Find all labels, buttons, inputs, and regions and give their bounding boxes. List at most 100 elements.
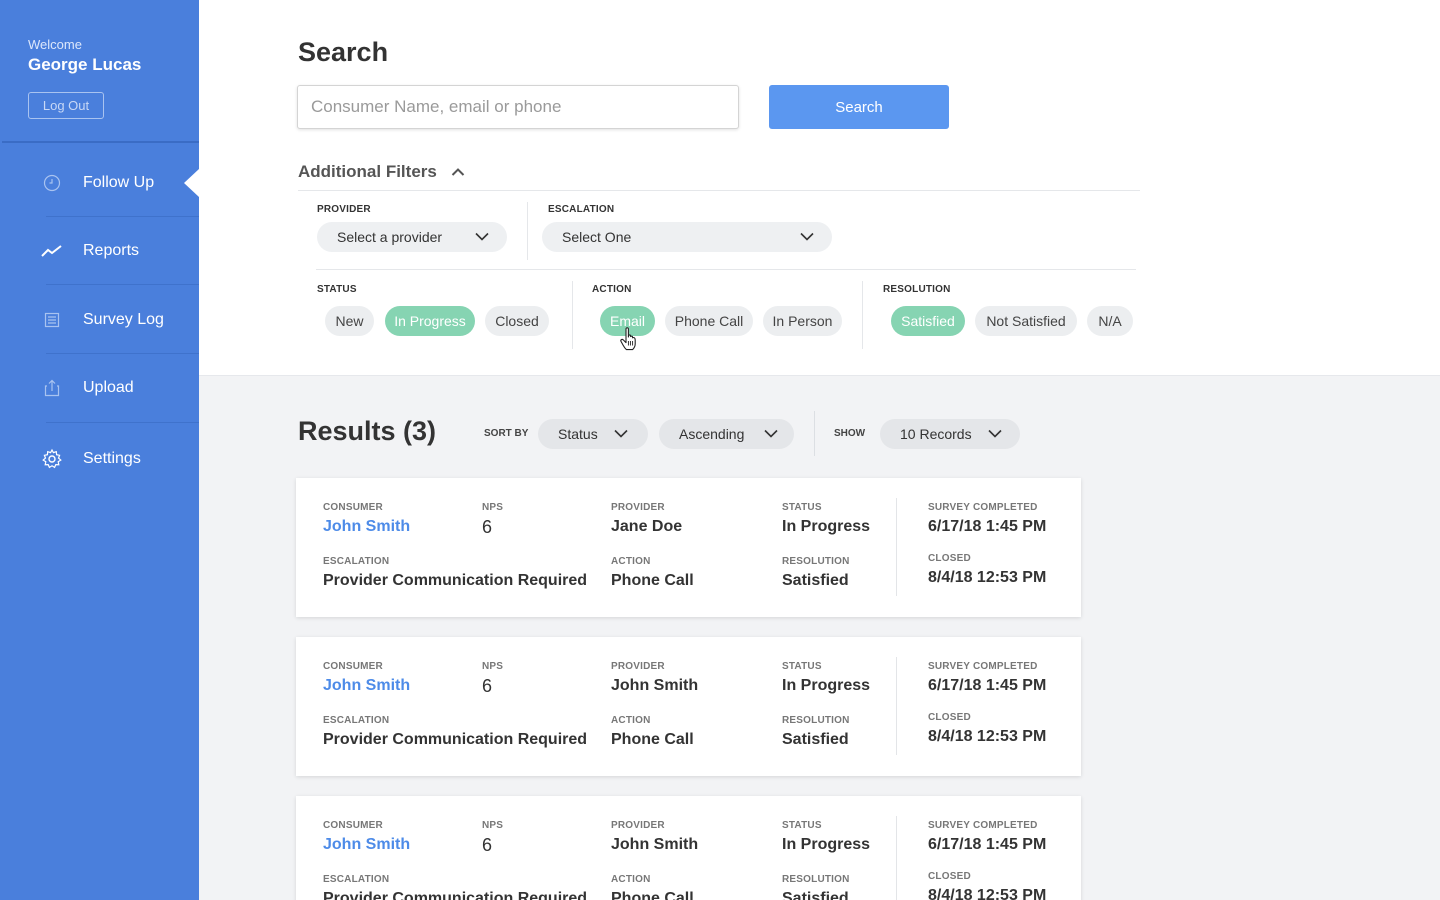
show-records-value: 10 Records [900, 426, 972, 442]
chevron-up-icon [451, 168, 465, 176]
consumer-link[interactable]: John Smith [323, 836, 410, 854]
resolution-pill-satisfied[interactable]: Satisfied [891, 306, 965, 336]
search-input[interactable] [297, 85, 739, 129]
survey-completed-label: SURVEY COMPLETED [928, 502, 1038, 513]
nps-label: NPS [482, 502, 504, 513]
resolution-label: RESOLUTION [782, 874, 850, 885]
closed-label: CLOSED [928, 553, 971, 564]
action-pill-phone-call[interactable]: Phone Call [665, 306, 753, 336]
clock-icon [40, 171, 64, 195]
provider-select-value: Select a provider [337, 229, 443, 245]
list-icon [40, 308, 64, 332]
resolution-label: RESOLUTION [782, 556, 850, 567]
hand-cursor-icon [620, 327, 636, 351]
show-records-select[interactable]: 10 Records [880, 419, 1020, 449]
closed-label: CLOSED [928, 871, 971, 882]
nps-value: 6 [482, 676, 493, 696]
status-value: In Progress [782, 518, 871, 535]
resolution-value: Satisfied [782, 890, 849, 900]
additional-filters-toggle[interactable]: Additional Filters [298, 162, 465, 182]
sidebar-item-survey-log[interactable]: Survey Log [0, 286, 199, 354]
sort-field-value: Status [558, 426, 598, 442]
filters-divider [316, 269, 1136, 270]
resolution-label: RESOLUTION [782, 715, 850, 726]
sidebar-item-settings[interactable]: Settings [0, 425, 199, 493]
consumer-link[interactable]: John Smith [323, 518, 410, 536]
search-button[interactable]: Search [769, 85, 949, 129]
chevron-down-icon [800, 232, 814, 241]
sort-by-label: SORT BY [484, 428, 529, 439]
resolution-value: Satisfied [782, 572, 849, 589]
action-value: Phone Call [611, 731, 694, 748]
trend-line-icon [40, 239, 64, 263]
welcome-text: Welcome [28, 37, 82, 52]
action-pill-in-person[interactable]: In Person [763, 306, 842, 336]
consumer-label: CONSUMER [323, 820, 383, 831]
provider-label: PROVIDER [611, 502, 665, 513]
card-divider [896, 657, 897, 755]
sidebar-item-label: Upload [83, 379, 134, 396]
escalation-select-value: Select One [562, 229, 632, 245]
provider-select[interactable]: Select a provider [317, 222, 507, 252]
result-card[interactable]: CONSUMER John Smith NPS 6 PROVIDER John … [296, 637, 1081, 776]
status-pill-closed[interactable]: Closed [485, 306, 549, 336]
filter-divider [527, 202, 528, 260]
status-value: In Progress [782, 836, 871, 853]
action-label: ACTION [611, 874, 651, 885]
sort-field-select[interactable]: Status [538, 419, 648, 449]
sidebar-divider [2, 141, 199, 143]
status-pill-new[interactable]: New [325, 306, 374, 336]
resolution-pill-not-satisfied[interactable]: Not Satisfied [975, 306, 1077, 336]
sidebar-item-upload[interactable]: Upload [0, 354, 199, 422]
closed-label: CLOSED [928, 712, 971, 723]
consumer-label: CONSUMER [323, 661, 383, 672]
survey-completed-value: 6/17/18 1:45 PM [928, 677, 1047, 694]
sidebar: Welcome George Lucas Log Out Follow Up R… [0, 0, 199, 900]
status-label: STATUS [317, 284, 357, 295]
provider-value: John Smith [611, 677, 699, 694]
action-label: ACTION [611, 556, 651, 567]
resolution-pill-na[interactable]: N/A [1087, 306, 1133, 336]
escalation-value: Provider Communication Required [323, 572, 588, 589]
active-indicator [184, 169, 199, 197]
upload-icon [40, 376, 64, 400]
nav-divider [46, 422, 199, 423]
closed-value: 8/4/18 12:53 PM [928, 728, 1047, 745]
escalation-label: ESCALATION [323, 556, 390, 567]
nps-value: 6 [482, 835, 493, 855]
sidebar-item-reports[interactable]: Reports [0, 217, 199, 285]
provider-label: PROVIDER [611, 820, 665, 831]
result-card[interactable]: CONSUMER John Smith NPS 6 PROVIDER John … [296, 796, 1081, 900]
sort-order-select[interactable]: Ascending [659, 419, 794, 449]
status-label: STATUS [782, 661, 822, 672]
consumer-label: CONSUMER [323, 502, 383, 513]
status-pill-in-progress[interactable]: In Progress [385, 306, 475, 336]
result-card[interactable]: CONSUMER John Smith NPS 6 PROVIDER Jane … [296, 478, 1081, 617]
provider-value: John Smith [611, 836, 699, 853]
provider-label: PROVIDER [317, 204, 371, 215]
sidebar-item-label: Reports [83, 242, 140, 259]
escalation-value: Provider Communication Required [323, 731, 588, 748]
provider-label: PROVIDER [611, 661, 665, 672]
status-label: STATUS [782, 820, 822, 831]
chevron-down-icon [988, 429, 1002, 438]
sort-order-value: Ascending [679, 426, 745, 442]
card-divider [896, 816, 897, 900]
resolution-label: RESOLUTION [883, 284, 951, 295]
survey-completed-value: 6/17/18 1:45 PM [928, 836, 1047, 853]
status-value: In Progress [782, 677, 871, 694]
escalation-select[interactable]: Select One [542, 222, 832, 252]
chevron-down-icon [764, 429, 778, 438]
escalation-label: ESCALATION [323, 715, 390, 726]
survey-completed-label: SURVEY COMPLETED [928, 661, 1038, 672]
nps-value: 6 [482, 517, 493, 537]
filter-divider [862, 281, 863, 349]
closed-value: 8/4/18 12:53 PM [928, 887, 1047, 900]
status-label: STATUS [782, 502, 822, 513]
user-name: George Lucas [28, 55, 142, 74]
logout-button[interactable]: Log Out [28, 92, 104, 119]
consumer-link[interactable]: John Smith [323, 677, 410, 695]
escalation-label: ESCALATION [323, 874, 390, 885]
sidebar-item-follow-up[interactable]: Follow Up [0, 149, 199, 217]
gear-icon [40, 447, 64, 471]
